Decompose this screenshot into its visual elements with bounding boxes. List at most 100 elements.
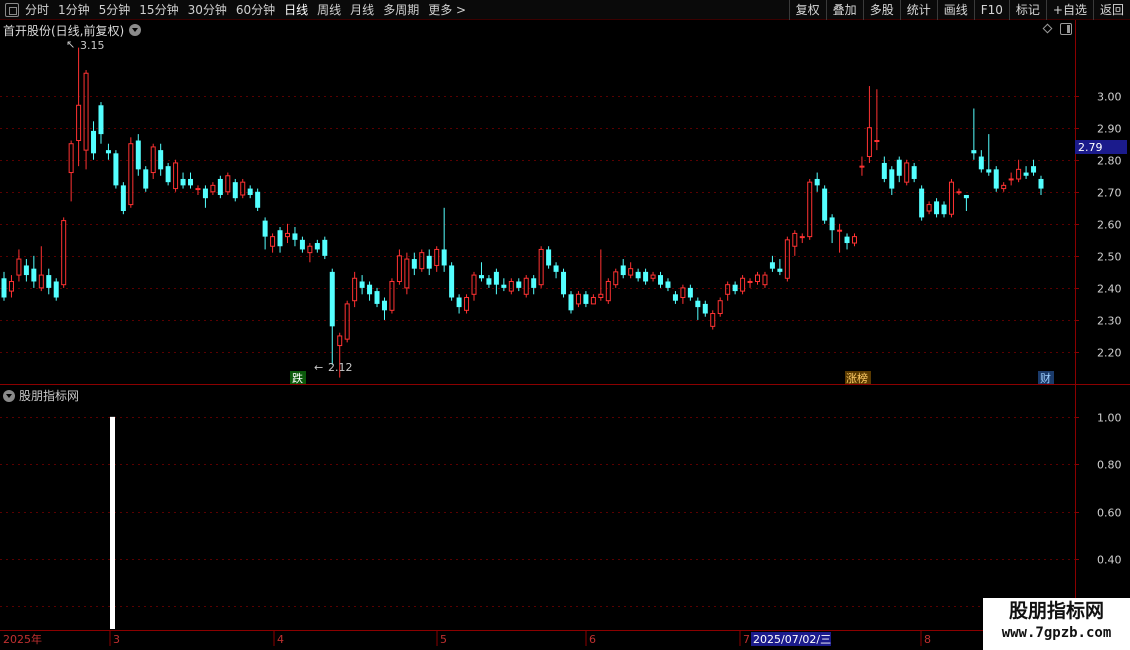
candle	[284, 223, 290, 244]
candle	[404, 252, 410, 295]
low-label: 2.12	[328, 361, 353, 374]
candle	[508, 278, 514, 295]
candle	[986, 134, 992, 176]
candle	[941, 201, 947, 218]
month-label-7: 7	[743, 633, 750, 646]
candle	[486, 275, 492, 288]
candle	[792, 230, 798, 256]
zhangbang-marker[interactable]: 涨榜	[846, 371, 868, 385]
candle	[732, 281, 738, 295]
candle	[1031, 159, 1037, 176]
candle	[329, 268, 335, 365]
high-annotation: ↖ 3.15	[66, 38, 105, 52]
candle	[926, 201, 932, 215]
candle	[232, 178, 238, 202]
candle	[352, 271, 358, 308]
candle	[568, 291, 574, 314]
candle	[665, 278, 671, 292]
candle	[307, 243, 313, 263]
candle	[755, 271, 761, 285]
price-tick-label: 2.20	[1097, 347, 1122, 360]
month-label-5: 5	[440, 633, 447, 646]
candles-layer	[1, 47, 1044, 378]
candle	[61, 217, 67, 288]
cai-marker[interactable]: 财	[1040, 371, 1051, 385]
candle	[247, 185, 253, 199]
candle	[620, 259, 626, 279]
candle	[1023, 166, 1029, 179]
candle	[963, 194, 969, 211]
price-tick-label: 2.70	[1097, 187, 1122, 200]
indicator-tick-label: 0.60	[1097, 507, 1122, 520]
watermark-title: 股朋指标网	[1008, 600, 1104, 622]
candle	[993, 166, 999, 192]
candle	[478, 262, 484, 282]
svg-text:↖: ↖	[66, 38, 75, 51]
candle	[561, 268, 567, 298]
candle	[173, 159, 179, 192]
candle	[240, 178, 246, 199]
candle	[978, 150, 984, 173]
candle	[531, 275, 537, 295]
svg-text:←: ←	[314, 361, 323, 374]
die-marker[interactable]: 跌	[292, 371, 303, 385]
candle	[195, 185, 201, 195]
candle	[822, 185, 828, 224]
candle	[53, 278, 59, 301]
candle	[150, 143, 156, 179]
candle	[426, 249, 432, 276]
candle	[523, 275, 529, 298]
candle	[91, 121, 97, 160]
price-tick-label: 2.50	[1097, 251, 1122, 264]
candle	[971, 108, 977, 160]
candle	[747, 278, 753, 288]
low-annotation: ← 2.12	[314, 361, 353, 374]
candle	[389, 278, 395, 314]
candle	[83, 70, 89, 170]
candle	[76, 47, 82, 167]
chevron-down-icon[interactable]	[3, 389, 15, 402]
candle	[777, 259, 783, 276]
candle	[650, 271, 656, 282]
price-tick-label: 2.90	[1097, 123, 1122, 136]
current-price-label: 2.79	[1078, 141, 1103, 154]
candle	[807, 178, 813, 240]
candle	[628, 262, 634, 279]
candle	[516, 278, 522, 292]
candle	[8, 275, 14, 298]
price-tick-label: 2.30	[1097, 315, 1122, 328]
candle	[934, 198, 940, 218]
candle	[374, 287, 380, 308]
candle	[769, 255, 775, 272]
candle	[717, 297, 723, 317]
candle	[16, 249, 22, 282]
candle	[158, 143, 164, 176]
indicator-title: 股朋指标网	[19, 389, 80, 403]
candle	[956, 188, 962, 195]
candle	[740, 275, 746, 295]
candle	[896, 156, 902, 183]
candle	[225, 172, 231, 195]
candle	[210, 182, 216, 195]
candle	[434, 246, 440, 272]
candle	[31, 255, 37, 288]
indicator-grid: 1.000.800.600.400.20	[0, 412, 1122, 614]
candle	[814, 172, 820, 192]
candle	[837, 223, 843, 253]
candle	[583, 291, 589, 308]
candle	[844, 233, 850, 250]
candle	[575, 291, 581, 308]
candle	[553, 262, 559, 279]
candle	[874, 89, 880, 151]
candle	[456, 294, 462, 314]
candle	[113, 150, 119, 189]
price-grid	[0, 96, 1075, 353]
watermark-logo: 股朋指标网 www.7gpzb.com	[983, 598, 1130, 650]
candle	[546, 246, 552, 269]
price-tick-label: 3.00	[1097, 91, 1122, 104]
candle	[866, 86, 872, 163]
candle	[292, 227, 298, 247]
candle	[725, 281, 731, 301]
price-tick-label: 2.60	[1097, 219, 1122, 232]
candle	[98, 102, 104, 144]
